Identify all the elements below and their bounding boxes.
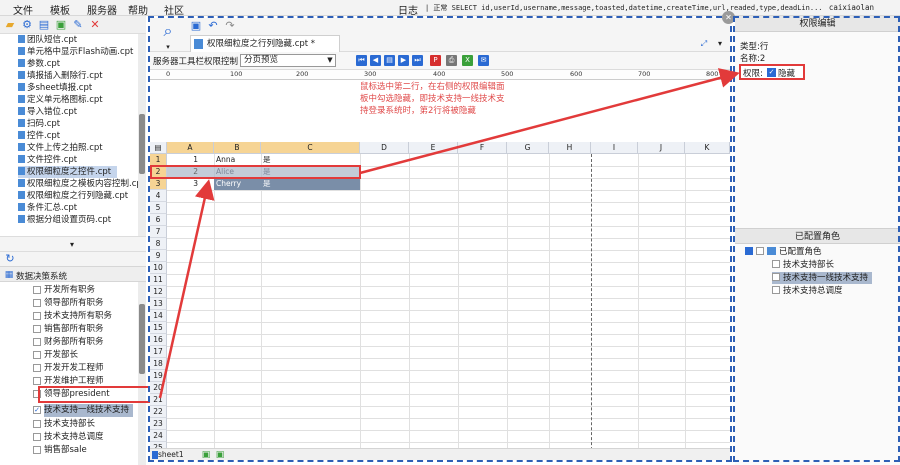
file-tree-scrollbar[interactable] [138, 34, 146, 236]
refresh-icon[interactable]: ↻ [4, 253, 16, 265]
role-item[interactable]: 开发开发工程师 [33, 362, 104, 375]
file-icon [18, 131, 25, 139]
panel-icon[interactable]: ▤ [38, 19, 50, 31]
file-item-selected[interactable]: 权限细粒度之控件.cpt [18, 166, 118, 178]
user-name[interactable]: caixiaolan [829, 3, 874, 12]
log-text: | 正常 SELECT id,userId,username,message,t… [425, 4, 823, 12]
file-item[interactable]: 权限细粒度之行列隐藏.cpt [18, 190, 128, 202]
open-folder-icon[interactable]: ▰ [4, 19, 16, 31]
role-item[interactable]: 技术支持总调度 [33, 431, 104, 444]
decision-system-label: 数据决策系统 [16, 272, 68, 282]
file-icon [18, 155, 25, 163]
file-icon [18, 35, 25, 43]
file-item[interactable]: 文件控件.cpt [18, 154, 77, 166]
settings-icon[interactable]: ⚙ [21, 19, 33, 31]
role-tree: 开发所有职务 领导部所有职务 技术支持所有职务 销售部所有职务 财务部所有职务 … [0, 282, 138, 465]
file-item[interactable]: 根据分组设置页码.cpt [18, 214, 111, 226]
menu-community[interactable]: 社区 [164, 2, 184, 17]
permission-dashed-frame [733, 16, 900, 462]
file-tree: 团队短信.cpt 单元格中显示Flash动画.cpt 参数.cpt 填报插入删除… [0, 34, 138, 236]
role-checkbox[interactable] [33, 377, 41, 385]
file-icon [18, 143, 25, 151]
designer-dashed-frame [148, 16, 732, 462]
file-item[interactable]: 团队短信.cpt [18, 34, 77, 46]
file-item[interactable]: 条件汇总.cpt [18, 202, 77, 214]
role-checkbox[interactable] [33, 446, 41, 454]
file-icon [18, 83, 25, 91]
role-checkbox[interactable] [33, 351, 41, 359]
role-item[interactable]: 开发所有职务 [33, 284, 95, 297]
scrollbar-thumb[interactable] [139, 114, 145, 174]
role-checkbox[interactable] [33, 299, 41, 307]
menu-file[interactable]: 文件 [13, 2, 33, 17]
role-checkbox[interactable] [33, 433, 41, 441]
log-label[interactable]: 日志 [398, 2, 418, 17]
role-item[interactable]: 销售部所有职务 [33, 323, 104, 336]
menu-template[interactable]: 模板 [50, 2, 70, 17]
file-item[interactable]: 单元格中显示Flash动画.cpt [18, 46, 133, 58]
role-checkbox[interactable] [33, 420, 41, 428]
file-icon [18, 95, 25, 103]
delete-icon[interactable]: ✕ [89, 19, 101, 31]
file-item[interactable]: 控件.cpt [18, 130, 60, 142]
role-checkbox[interactable] [33, 312, 41, 320]
role-checkbox[interactable] [33, 325, 41, 333]
collapse-handle-icon[interactable]: ▾ [66, 239, 78, 251]
file-item[interactable]: 文件上传之拍照.cpt [18, 142, 103, 154]
role-checkbox-checked[interactable]: ✓ [33, 406, 41, 414]
file-icon [18, 119, 25, 127]
role-checkbox[interactable] [33, 338, 41, 346]
file-item[interactable]: 权限细粒度之模板内容控制.cpt [18, 178, 138, 190]
file-icon [18, 59, 25, 67]
role-checkbox[interactable] [33, 364, 41, 372]
refresh-bar: ↻ [0, 252, 146, 266]
left-toolbar: ▰ ⚙ ▤ ▣ ✎ ✕ [0, 16, 146, 34]
role-item[interactable]: 领导部所有职务 [33, 297, 104, 310]
file-icon [18, 107, 25, 115]
menu-server[interactable]: 服务器 [87, 2, 117, 17]
role-tree-scrollbar[interactable] [138, 282, 146, 465]
file-icon [18, 179, 25, 187]
file-item[interactable]: 多sheet填报.cpt [18, 82, 92, 94]
menu-bar: 文件 模板 服务器 帮助 社区 日志 | 正常 SELECT id,userId… [0, 0, 900, 17]
edit-icon[interactable]: ✎ [72, 19, 84, 31]
file-item[interactable]: 导入错位.cpt [18, 106, 77, 118]
role-item[interactable]: 销售部sale [33, 444, 87, 457]
decision-system-header[interactable]: ▦ 数据决策系统 [0, 266, 146, 282]
tree-node-icon: ▦ [4, 270, 14, 280]
role-item[interactable]: 技术支持部长 [33, 418, 95, 431]
role-checkbox[interactable] [33, 286, 41, 294]
file-item[interactable]: 参数.cpt [18, 58, 60, 70]
file-icon [18, 71, 25, 79]
file-icon [18, 47, 25, 55]
role-highlight-box [38, 386, 162, 403]
file-item[interactable]: 扫码.cpt [18, 118, 60, 130]
file-icon [18, 203, 25, 211]
file-item[interactable]: 定义单元格图标.cpt [18, 94, 103, 106]
file-icon [18, 191, 25, 199]
role-item[interactable]: 财务部所有职务 [33, 336, 104, 349]
file-item[interactable]: 填报插入删除行.cpt [18, 70, 103, 82]
role-item-selected[interactable]: ✓ 技术支持一线技术支持 [33, 404, 134, 417]
role-item[interactable]: 开发部长 [33, 349, 78, 362]
menu-help[interactable]: 帮助 [128, 2, 148, 17]
file-icon [18, 215, 25, 223]
role-item[interactable]: 技术支持所有职务 [33, 310, 112, 323]
new-file-icon[interactable]: ▣ [55, 19, 67, 31]
panel-divider[interactable]: ▾ [0, 236, 146, 252]
scrollbar-thumb[interactable] [139, 304, 145, 374]
file-icon [18, 167, 25, 175]
